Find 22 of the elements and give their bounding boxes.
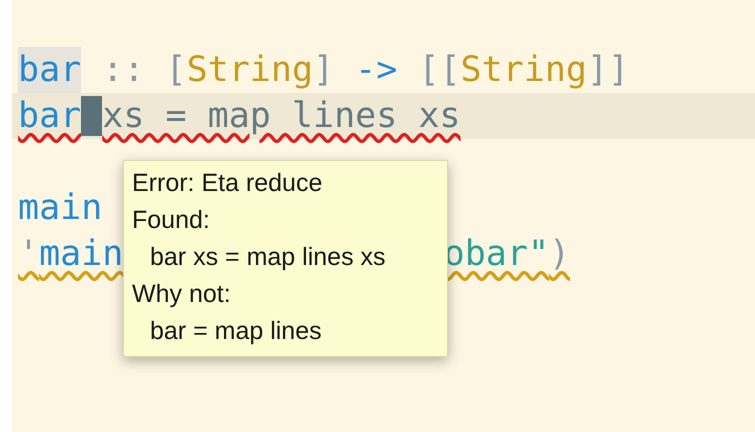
code-token: [[ bbox=[417, 49, 461, 92]
code-token: String bbox=[460, 49, 587, 92]
code-token: main bbox=[18, 187, 102, 230]
code-token: -> bbox=[354, 49, 398, 92]
code-editor[interactable]: bar :: [String] -> [[String]] bar xs = map lines xs main 'main obar") Error: Eta reduce Found: bar xs = map lines xs Why not: bar = map lines bbox=[12, 0, 755, 432]
code-token: ] bbox=[313, 49, 334, 92]
code-token: bar bbox=[18, 95, 82, 138]
code-token: ' bbox=[18, 233, 40, 276]
tooltip-text: bar = map lines bbox=[149, 316, 323, 347]
tooltip-text: Why not: bbox=[132, 279, 232, 310]
tooltip-text: Error: Eta reduce bbox=[132, 168, 324, 199]
tooltip-text: Found: bbox=[132, 205, 211, 236]
code-token: bar bbox=[18, 47, 82, 93]
code-token: obar" bbox=[444, 233, 550, 276]
code-token: String bbox=[186, 49, 314, 92]
code-token: main bbox=[39, 233, 124, 276]
code-token: [ bbox=[164, 49, 187, 92]
code-token: ]] bbox=[586, 49, 630, 92]
tooltip-text: bar xs = map lines xs bbox=[149, 242, 387, 273]
code-token: xs = map lines xs bbox=[102, 95, 461, 138]
code-token: ) bbox=[549, 233, 570, 276]
code-token: :: bbox=[101, 49, 144, 92]
